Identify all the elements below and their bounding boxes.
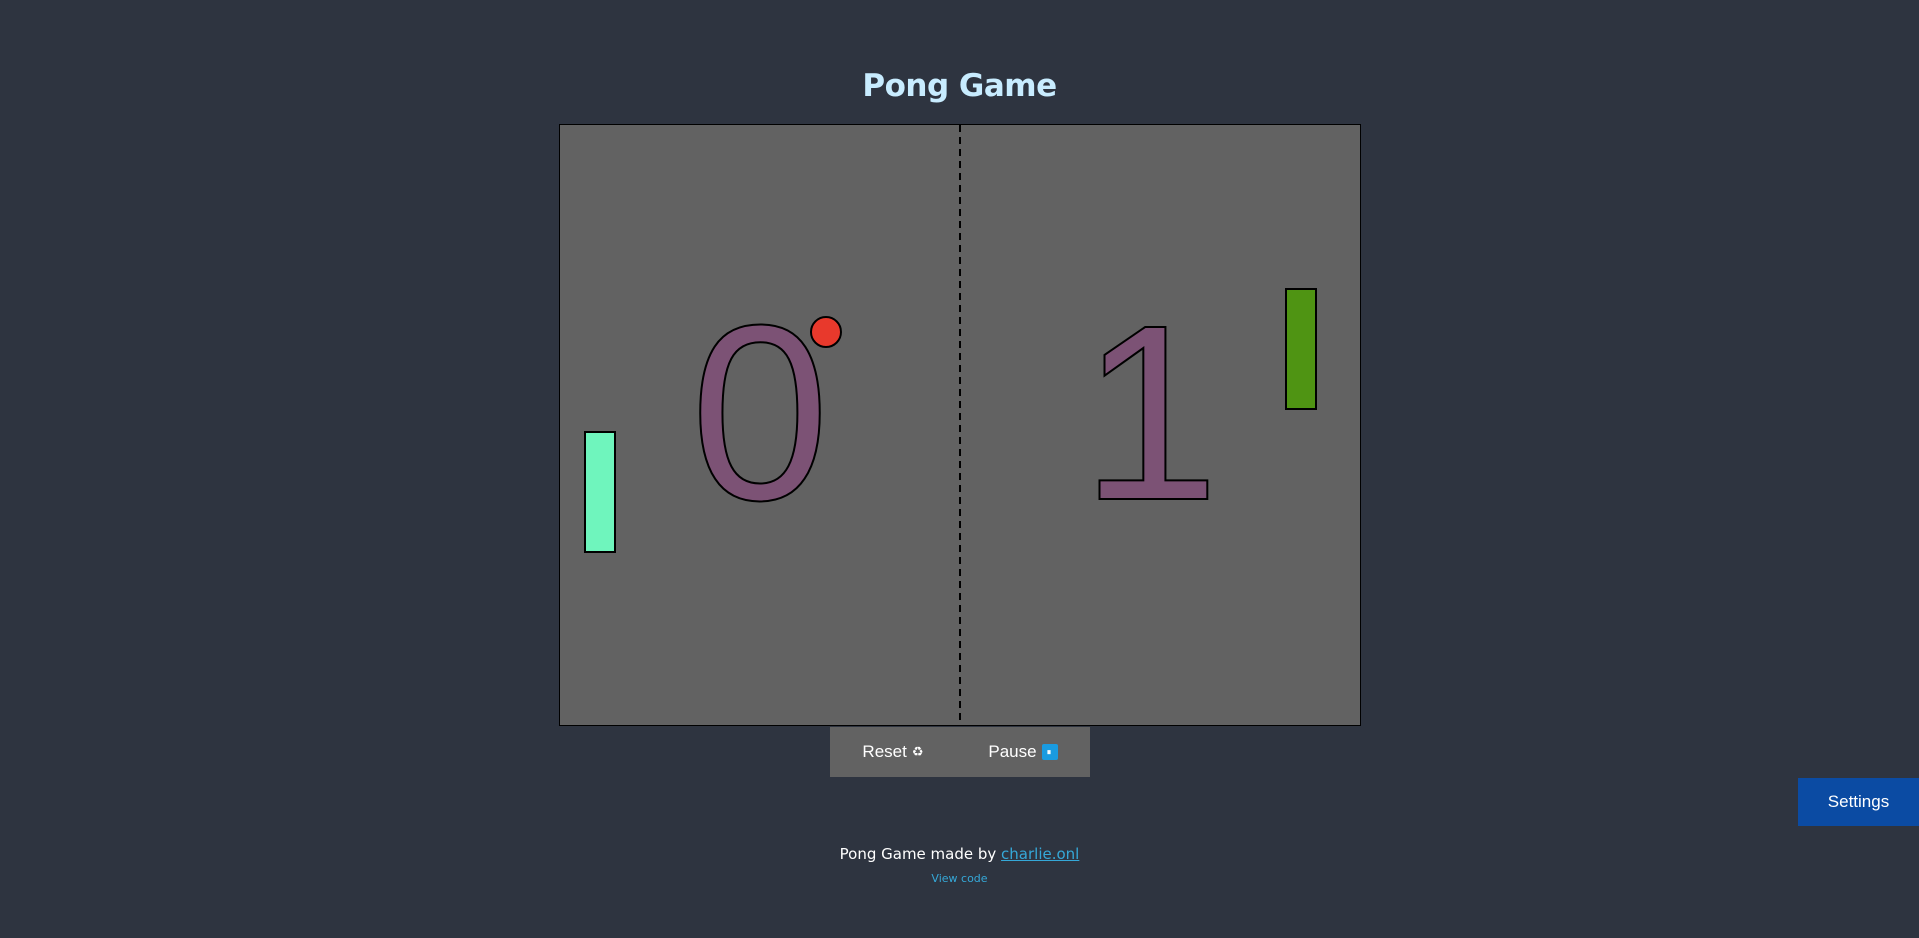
right-paddle — [1285, 288, 1317, 410]
left-score: 0 — [690, 273, 829, 552]
reset-button[interactable]: Reset ♻ — [848, 734, 937, 770]
game-board[interactable]: 0 1 — [559, 124, 1361, 726]
ball — [810, 316, 842, 348]
game-controls: Reset ♻ Pause ⏸ — [830, 727, 1090, 777]
pause-label: Pause — [988, 742, 1037, 761]
recycle-icon: ♻ — [911, 744, 924, 759]
page: Pong Game 0 1 Reset ♻ Pause ⏸ Settings P… — [0, 0, 1919, 938]
footer: Pong Game made by charlie.onl — [0, 845, 1919, 863]
settings-button[interactable]: Settings — [1798, 778, 1919, 826]
view-code-container: View code — [0, 872, 1919, 885]
right-score: 1 — [1080, 273, 1219, 552]
left-paddle[interactable] — [584, 431, 616, 553]
author-link[interactable]: charlie.onl — [1001, 845, 1079, 863]
pause-icon: ⏸ — [1041, 744, 1058, 760]
reset-label: Reset — [862, 742, 907, 761]
pause-button[interactable]: Pause ⏸ — [974, 734, 1071, 770]
page-title: Pong Game — [862, 68, 1057, 104]
game-canvas[interactable]: 0 1 — [560, 125, 1360, 725]
footer-text: Pong Game made by — [839, 845, 1002, 863]
view-code-link[interactable]: View code — [931, 872, 987, 885]
